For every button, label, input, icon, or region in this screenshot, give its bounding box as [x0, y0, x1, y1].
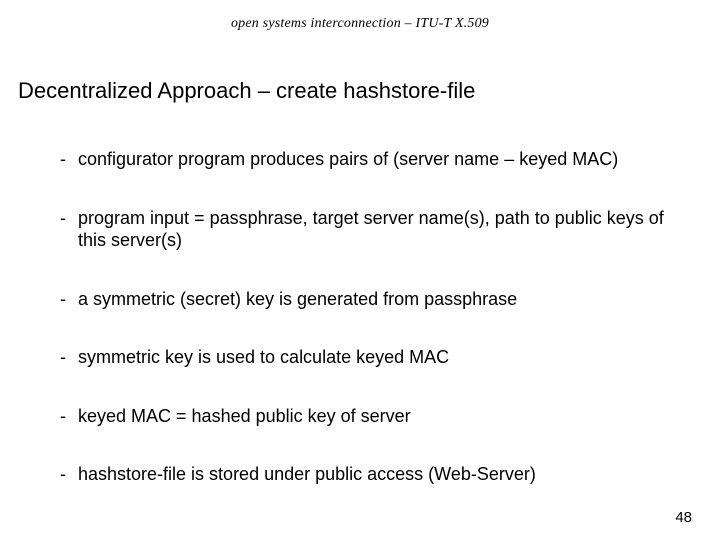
slide-title: Decentralized Approach – create hashstor…	[18, 78, 475, 104]
bullet-dash: -	[60, 346, 78, 369]
list-item: - program input = passphrase, target ser…	[60, 207, 680, 252]
bullet-dash: -	[60, 405, 78, 428]
list-item: - hashstore-file is stored under public …	[60, 463, 680, 486]
bullet-dash: -	[60, 463, 78, 486]
slide-header: open systems interconnection – ITU-T X.5…	[0, 16, 720, 32]
page-number: 48	[675, 509, 692, 526]
bullet-text: program input = passphrase, target serve…	[78, 207, 680, 252]
list-item: - keyed MAC = hashed public key of serve…	[60, 405, 680, 428]
bullet-text: keyed MAC = hashed public key of server	[78, 405, 680, 428]
bullet-dash: -	[60, 207, 78, 230]
bullet-text: symmetric key is used to calculate keyed…	[78, 346, 680, 369]
list-item: - configurator program produces pairs of…	[60, 148, 680, 171]
list-item: - symmetric key is used to calculate key…	[60, 346, 680, 369]
bullet-list: - configurator program produces pairs of…	[60, 148, 680, 486]
bullet-dash: -	[60, 288, 78, 311]
slide-content: - configurator program produces pairs of…	[60, 148, 680, 486]
bullet-text: a symmetric (secret) key is generated fr…	[78, 288, 680, 311]
slide: open systems interconnection – ITU-T X.5…	[0, 0, 720, 540]
bullet-text: hashstore-file is stored under public ac…	[78, 463, 680, 486]
bullet-dash: -	[60, 148, 78, 171]
list-item: - a symmetric (secret) key is generated …	[60, 288, 680, 311]
bullet-text: configurator program produces pairs of (…	[78, 148, 680, 171]
